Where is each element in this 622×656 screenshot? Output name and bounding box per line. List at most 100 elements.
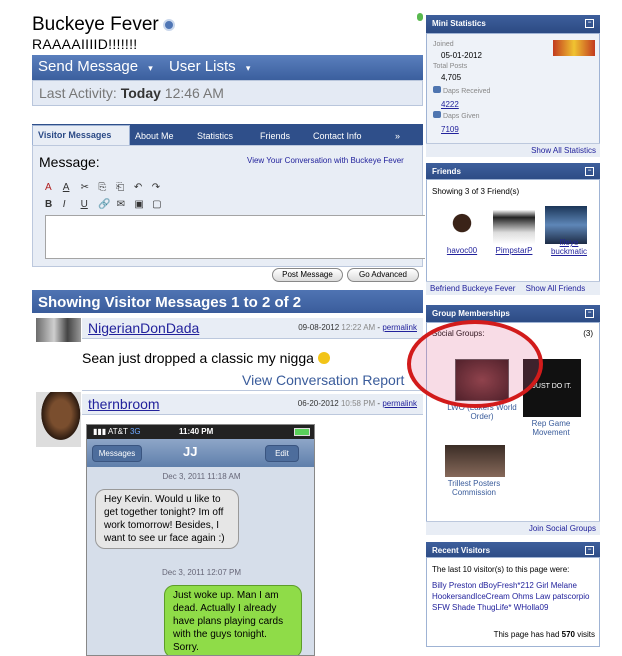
visitor-link[interactable]: ThugLife bbox=[477, 603, 508, 612]
font-color-icon[interactable]: A bbox=[45, 179, 57, 196]
phone-contact-name: JJ bbox=[183, 444, 198, 459]
action-bar: Send Message ▾ User Lists ▾ bbox=[32, 55, 423, 80]
recent-visitors-panel: The last 10 visitor(s) to this page were… bbox=[426, 557, 600, 647]
link-icon[interactable]: 🔗 bbox=[98, 196, 110, 213]
permalink-link[interactable]: permalink bbox=[382, 323, 417, 332]
profile-name: Buckeye Fever bbox=[32, 14, 175, 36]
smiley-icon bbox=[317, 352, 330, 364]
collapse-icon[interactable]: − bbox=[585, 309, 594, 318]
text-color-icon[interactable]: A bbox=[63, 179, 75, 196]
go-advanced-button[interactable]: Go Advanced bbox=[347, 268, 419, 282]
report-link[interactable]: Report bbox=[362, 372, 404, 388]
video-icon[interactable]: ▢ bbox=[152, 196, 164, 213]
visitor-messages-heading: Showing Visitor Messages 1 to 2 of 2 bbox=[32, 290, 423, 313]
battery-icon bbox=[294, 428, 310, 436]
visitor-link[interactable]: HookersandIceCream bbox=[432, 592, 510, 601]
group-memberships-header: Group Memberships − bbox=[426, 305, 600, 323]
phone-back-button: Messages bbox=[92, 445, 142, 462]
visitor-link[interactable]: Billy Preston bbox=[432, 581, 476, 590]
copy-icon[interactable]: ⎘ bbox=[98, 179, 110, 196]
recent-visitors-intro: The last 10 visitor(s) to this page were… bbox=[432, 565, 570, 574]
image-icon[interactable]: ▣ bbox=[134, 196, 146, 213]
daps-given-link[interactable]: 7109 bbox=[441, 125, 459, 134]
send-message-button[interactable]: Send Message ▾ bbox=[38, 58, 159, 75]
tab-statistics[interactable]: Statistics bbox=[192, 127, 238, 145]
message-label: Message: bbox=[39, 154, 100, 170]
email-icon[interactable]: ✉ bbox=[117, 196, 129, 213]
friend-link[interactable]: havoc00 bbox=[437, 246, 487, 255]
visitor-link[interactable]: Girl Melane bbox=[536, 581, 577, 590]
profile-tagline: RAAAAIIIID!!!!!!! bbox=[32, 36, 138, 52]
permalink-link[interactable]: permalink bbox=[382, 399, 417, 408]
visitor-link[interactable]: SFW bbox=[432, 603, 450, 612]
joined-value: 05-01-2012 bbox=[441, 51, 482, 60]
thumbs-up-icon bbox=[433, 86, 441, 93]
daps-received-link[interactable]: 4222 bbox=[441, 100, 459, 109]
thumbs-up-icon bbox=[433, 111, 441, 118]
tab-friends[interactable]: Friends bbox=[255, 127, 295, 145]
mini-statistics-header: Mini Statistics − bbox=[426, 15, 600, 33]
friend-avatar[interactable] bbox=[493, 206, 535, 244]
visitor-link[interactable]: dBoyFresh*212 bbox=[479, 581, 534, 590]
tab-about-me[interactable]: About Me bbox=[130, 127, 179, 145]
visitor-link[interactable]: patscorpio bbox=[553, 592, 590, 601]
group-link[interactable]: Rep Game Movement bbox=[523, 419, 579, 437]
join-social-groups-link[interactable]: Join Social Groups bbox=[426, 521, 600, 535]
message-actions: View Conversation Report bbox=[242, 372, 404, 388]
collapse-icon[interactable]: − bbox=[585, 546, 594, 555]
phone-status-bar: ▮▮▮ AT&T 3G 11:40 PM bbox=[87, 425, 314, 439]
post-message-button[interactable]: Post Message bbox=[272, 268, 343, 282]
underline-icon[interactable]: U bbox=[81, 196, 93, 213]
paste-icon[interactable]: ⎗ bbox=[116, 179, 128, 196]
friend-link[interactable]: PimpstarP bbox=[489, 246, 539, 255]
message-date: 06-20-2012 10:58 PM - permalink bbox=[297, 399, 417, 408]
show-all-friends-link[interactable]: Show All Friends bbox=[526, 284, 586, 293]
view-conversation-link[interactable]: View Your Conversation with Buckeye Feve… bbox=[247, 156, 404, 165]
profile-tabs: Visitor Messages About Me Statistics Fri… bbox=[32, 124, 423, 145]
visitor-link[interactable]: Ohms Law bbox=[512, 592, 550, 601]
collapse-icon[interactable]: − bbox=[585, 167, 594, 176]
message-author-link[interactable]: NigerianDonDada bbox=[88, 320, 199, 336]
visitor-link[interactable]: Shade bbox=[452, 603, 475, 612]
social-groups-count: (3) bbox=[583, 329, 593, 338]
italic-icon[interactable]: I bbox=[63, 196, 75, 213]
friends-summary: Showing 3 of 3 Friend(s) bbox=[432, 187, 520, 196]
redo-icon[interactable]: ↷ bbox=[152, 179, 164, 196]
divider bbox=[82, 390, 423, 391]
visit-count: This page has had 570 visits bbox=[493, 630, 595, 639]
phone-nav-bar: Messages JJ Edit bbox=[87, 439, 314, 467]
message-author-link[interactable]: thernbroom bbox=[88, 396, 160, 412]
user-lists-button[interactable]: User Lists ▾ bbox=[169, 58, 256, 75]
total-posts-value: 4,705 bbox=[441, 73, 462, 82]
tab-visitor-messages[interactable]: Visitor Messages bbox=[32, 125, 130, 145]
cut-icon[interactable]: ✂ bbox=[81, 179, 93, 196]
friend-link[interactable]: Illeye buckmatic bbox=[543, 238, 595, 256]
view-conversation-link[interactable]: View Conversation bbox=[242, 372, 358, 388]
show-all-statistics-link[interactable]: Show All Statistics bbox=[426, 143, 600, 157]
visitor-link[interactable]: WHolla09 bbox=[514, 603, 549, 612]
collapse-icon[interactable]: − bbox=[585, 19, 594, 28]
message-textarea[interactable] bbox=[45, 215, 425, 259]
last-activity: Last Activity: Today 12:46 AM bbox=[32, 80, 423, 106]
phone-date: Dec 3, 2011 12:07 PM bbox=[161, 568, 241, 577]
friend-avatar[interactable] bbox=[441, 206, 483, 244]
total-posts-label: Total Posts bbox=[433, 63, 468, 70]
avatar[interactable] bbox=[36, 392, 81, 447]
tab-more[interactable]: » bbox=[390, 127, 405, 145]
incoming-text-bubble: Hey Kevin. Would u like to get together … bbox=[95, 489, 239, 549]
group-image[interactable] bbox=[445, 445, 505, 477]
group-link[interactable]: Trillest Posters Commission bbox=[439, 479, 509, 497]
befriend-link[interactable]: Befriend Buckeye Fever bbox=[430, 284, 515, 293]
undo-icon[interactable]: ↶ bbox=[134, 179, 146, 196]
message-date: 09-08-2012 12:22 AM - permalink bbox=[298, 323, 417, 332]
outgoing-text-bubble: Just woke up. Man I am dead. Actually I … bbox=[164, 585, 302, 655]
presence-dot-icon bbox=[417, 13, 423, 21]
mini-statistics-panel: Joined 05-01-2012 Total Posts 4,705 Daps… bbox=[426, 33, 600, 144]
bold-icon[interactable]: B bbox=[45, 196, 57, 213]
avatar[interactable] bbox=[36, 318, 81, 342]
visitor-list: Billy Preston dBoyFresh*212 Girl Melane … bbox=[432, 581, 590, 612]
friends-panel: Showing 3 of 3 Friend(s) havoc00 Pimpsta… bbox=[426, 179, 600, 282]
tab-contact-info[interactable]: Contact Info bbox=[308, 127, 367, 145]
daps-given-label: Daps Given bbox=[433, 111, 480, 120]
friends-footer: Befriend Buckeye Fever Show All Friends bbox=[426, 281, 600, 295]
